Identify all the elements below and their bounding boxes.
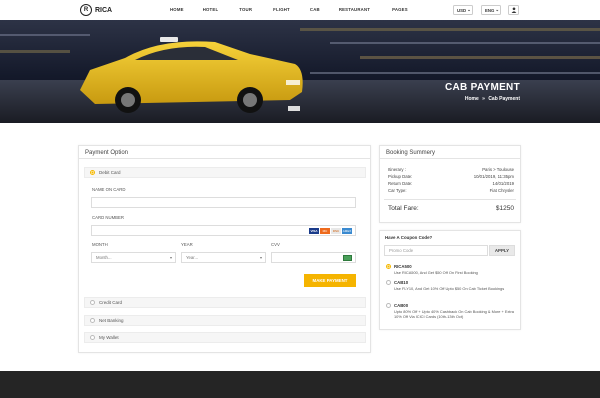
logo[interactable]: R RICA [80,4,112,16]
main-menu: HOME HOTEL TOUR FLIGHT CAB RESTAURANT PA… [170,7,408,12]
currency-select[interactable]: USD ⌄ [453,5,473,15]
footer [0,371,600,398]
month-select[interactable]: Month... ▾ [91,252,176,263]
name-on-card-label: NAME ON CARD [92,187,126,192]
card-brands: VISA MC DSC AMEX [308,228,352,234]
mastercard-icon: MC [320,228,330,234]
coupon-desc: Use FLY10, And Get 10% Off Upto $50 On C… [394,286,505,291]
year-value: Year... [186,255,199,260]
apply-button[interactable]: APPLY [489,245,515,256]
summary-value: 10/01/2019, 11:35pm [473,174,514,179]
summary-label: Return Date: [388,181,413,186]
summary-value: Paris > Toulouse [482,167,514,172]
promo-code-input[interactable]: Promo Code [384,245,488,256]
cvv-label: CVV [271,242,280,247]
option-label: Net Banking [99,318,124,323]
page-title: CAB PAYMENT [445,82,520,93]
booking-summary-title: Booking Summery [380,146,520,159]
summary-value: Fiat Chrysler [489,188,514,193]
coupon-code: CAB00 [394,303,409,308]
nav-hotel[interactable]: HOTEL [203,7,219,12]
coupon-code: CAB10 [394,280,409,285]
make-payment-button[interactable]: MAKE PAYMENT [304,274,356,287]
amex-icon: AMEX [342,228,352,234]
payment-option-title: Payment Option [79,146,370,159]
coupon-desc: Use RICA500, And Get $50 Off On First Bo… [394,270,478,275]
summary-row-car-type: Car Type: Fiat Chrysler [388,188,514,193]
year-label: YEAR [181,242,193,247]
currency-value: USD [457,7,467,13]
nav-home[interactable]: HOME [170,7,184,12]
language-value: ENG [485,7,495,13]
option-credit-card[interactable]: Credit Card [84,297,366,308]
caret-down-icon: ▾ [259,255,262,260]
breadcrumb: Home » Cab Payment [465,96,520,102]
top-navbar: R RICA HOME HOTEL TOUR FLIGHT CAB RESTAU… [0,0,600,20]
discover-icon: DSC [331,228,341,234]
total-fare-label: Total Fare: [388,205,419,212]
visa-icon: VISA [309,228,319,234]
language-select[interactable]: ENG ⌄ [481,5,501,15]
logo-icon: R [80,4,92,16]
radio-icon[interactable] [90,300,95,305]
option-net-banking[interactable]: Net Banking [84,315,366,326]
name-on-card-input[interactable] [91,197,356,208]
radio-selected-icon[interactable] [90,170,95,175]
nav-pages[interactable]: PAGES [392,7,408,12]
coupon-desc: Upto 80% Off + Upto 40% Cashback On Cab … [394,309,514,320]
chevron-down-icon: ⌄ [495,7,499,12]
coupon-title: Have A Coupon Code? [385,235,433,240]
hero-banner: CAB PAYMENT Home » Cab Payment [0,20,600,123]
option-label: Debit Card [99,170,121,175]
month-label: MONTH [92,242,108,247]
payment-option-card: Payment Option Debit Card NAME ON CARD C… [78,145,371,353]
breadcrumb-current: Cab Payment [488,96,520,102]
cvv-input[interactable] [271,252,356,263]
summary-row-itinerary: Itinerary : Paris > Toulouse [388,167,514,172]
breadcrumb-home[interactable]: Home [465,96,479,102]
caret-down-icon: ▾ [169,255,172,260]
coupon-code: RICA500 [394,264,412,269]
user-button[interactable] [508,5,519,15]
total-fare-row: Total Fare: $1250 [388,205,514,212]
nav-restaurant[interactable]: RESTAURANT [339,7,370,12]
nav-tour[interactable]: TOUR [239,7,252,12]
year-select[interactable]: Year... ▾ [181,252,266,263]
coupon-radio-icon[interactable] [386,280,391,285]
summary-label: Itinerary : [388,167,406,172]
coupon-radio-icon[interactable] [386,303,391,308]
nav-flight[interactable]: FLIGHT [273,7,290,12]
coupon-radio-selected-icon[interactable] [386,264,391,269]
chevron-down-icon: ⌄ [467,7,471,12]
card-number-input[interactable]: VISA MC DSC AMEX [91,225,356,236]
option-debit-card[interactable]: Debit Card [84,167,366,178]
breadcrumb-separator-icon: » [482,96,485,102]
summary-label: Car Type: [388,188,407,193]
nav-cab[interactable]: CAB [310,7,320,12]
summary-label: Pickup Date: [388,174,413,179]
radio-icon[interactable] [90,335,95,340]
option-label: Credit Card [99,300,123,305]
option-my-wallet[interactable]: My Wallet [84,332,366,343]
user-icon [511,7,516,13]
cvv-card-icon [343,255,352,261]
summary-row-return: Return Date: 14/01/2019 [388,181,514,186]
option-label: My Wallet [99,335,119,340]
total-fare-value: $1250 [495,205,514,212]
summary-value: 14/01/2019 [492,181,514,186]
taxi-photo [0,28,600,123]
brand-name: RICA [95,6,113,14]
summary-row-pickup: Pickup Date: 10/01/2019, 11:35pm [388,174,514,179]
divider [384,199,516,200]
month-value: Month... [96,255,112,260]
card-number-label: CARD NUMBER [92,215,124,220]
radio-icon[interactable] [90,318,95,323]
